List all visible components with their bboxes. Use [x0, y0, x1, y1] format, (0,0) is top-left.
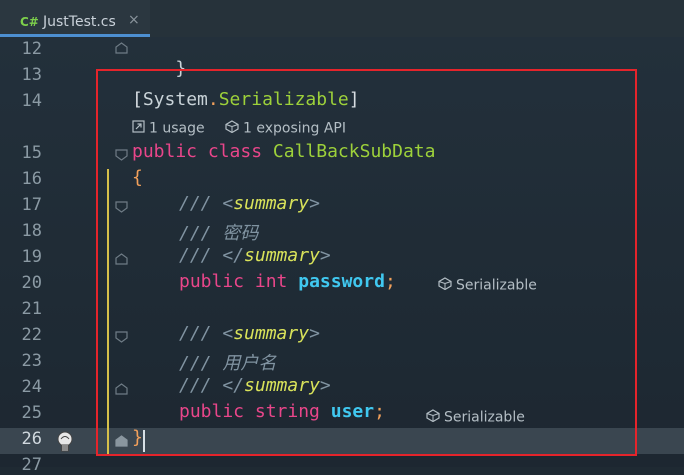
line-number: 16: [21, 169, 42, 189]
unity-icon: [426, 409, 440, 426]
serializable-hint[interactable]: Serializable: [426, 409, 525, 426]
usages-codelens[interactable]: 1 usage: [132, 120, 205, 137]
usage-count: 1 usage: [149, 120, 205, 137]
line-number: 24: [21, 377, 42, 397]
code-line-14: [System.Serializable]: [132, 89, 360, 110]
line-number: 14: [21, 91, 42, 111]
code-line-17: /// <summary>: [179, 193, 320, 214]
exposing-api-codelens[interactable]: 1 exposing API: [225, 120, 346, 137]
line-number: 18: [21, 221, 42, 241]
code-line-23: /// 用户名: [179, 353, 277, 374]
line-number: 27: [21, 455, 42, 475]
serializable-label: Serializable: [444, 409, 525, 426]
editor-tab-bar: C# JustTest.cs ×: [0, 0, 684, 37]
fold-start-icon[interactable]: [115, 201, 128, 213]
serializable-label: Serializable: [456, 277, 537, 294]
line-number-gutter: 12 13 14 15 16 17 18 19 20 21 22 23 24 2…: [0, 37, 113, 475]
code-line-16: {: [132, 167, 143, 188]
line-number: 12: [21, 39, 42, 59]
scope-guide-line: [107, 169, 109, 454]
line-number: 17: [21, 195, 42, 215]
csharp-file-icon: C#: [20, 15, 39, 29]
unity-icon: [438, 277, 452, 294]
line-number: 20: [21, 273, 42, 293]
code-line-22: /// <summary>: [179, 323, 320, 344]
line-number: 23: [21, 351, 42, 371]
line-number: 22: [21, 325, 42, 345]
close-tab-icon[interactable]: ×: [128, 12, 140, 28]
tab-filename: JustTest.cs: [43, 14, 116, 30]
fold-start-icon[interactable]: [115, 149, 128, 161]
code-line-25: public string user;: [179, 401, 385, 422]
exposing-api-count: 1 exposing API: [243, 120, 347, 137]
code-line-15: public class CallBackSubData: [132, 141, 436, 162]
code-line-20: public int password;: [179, 271, 396, 292]
code-line-24: /// </summary>: [179, 375, 331, 396]
usage-link-icon: [132, 120, 145, 137]
line-number: 19: [21, 247, 42, 267]
tab-justtest-cs[interactable]: C# JustTest.cs ×: [0, 0, 150, 37]
line-number: 13: [21, 65, 42, 85]
code-line-18: /// 密码: [179, 223, 259, 244]
line-number-current: 26: [21, 429, 42, 449]
line-number: 15: [21, 143, 42, 163]
lightbulb-icon[interactable]: [55, 430, 75, 458]
fold-end-icon[interactable]: [115, 253, 128, 265]
fold-start-icon[interactable]: [115, 331, 128, 343]
line-number: 21: [21, 299, 42, 319]
code-line-19: /// </summary>: [179, 245, 331, 266]
fold-end-icon[interactable]: [115, 42, 128, 54]
serializable-hint[interactable]: Serializable: [438, 277, 537, 294]
text-caret: [143, 430, 145, 452]
code-editor[interactable]: 12 13 14 15 16 17 18 19 20 21 22 23 24 2…: [0, 37, 684, 475]
fold-end-icon[interactable]: [115, 435, 128, 447]
code-line-26: }: [132, 427, 143, 448]
fold-end-icon[interactable]: [115, 383, 128, 395]
line-number: 25: [21, 403, 42, 423]
unity-api-icon: [225, 120, 239, 137]
